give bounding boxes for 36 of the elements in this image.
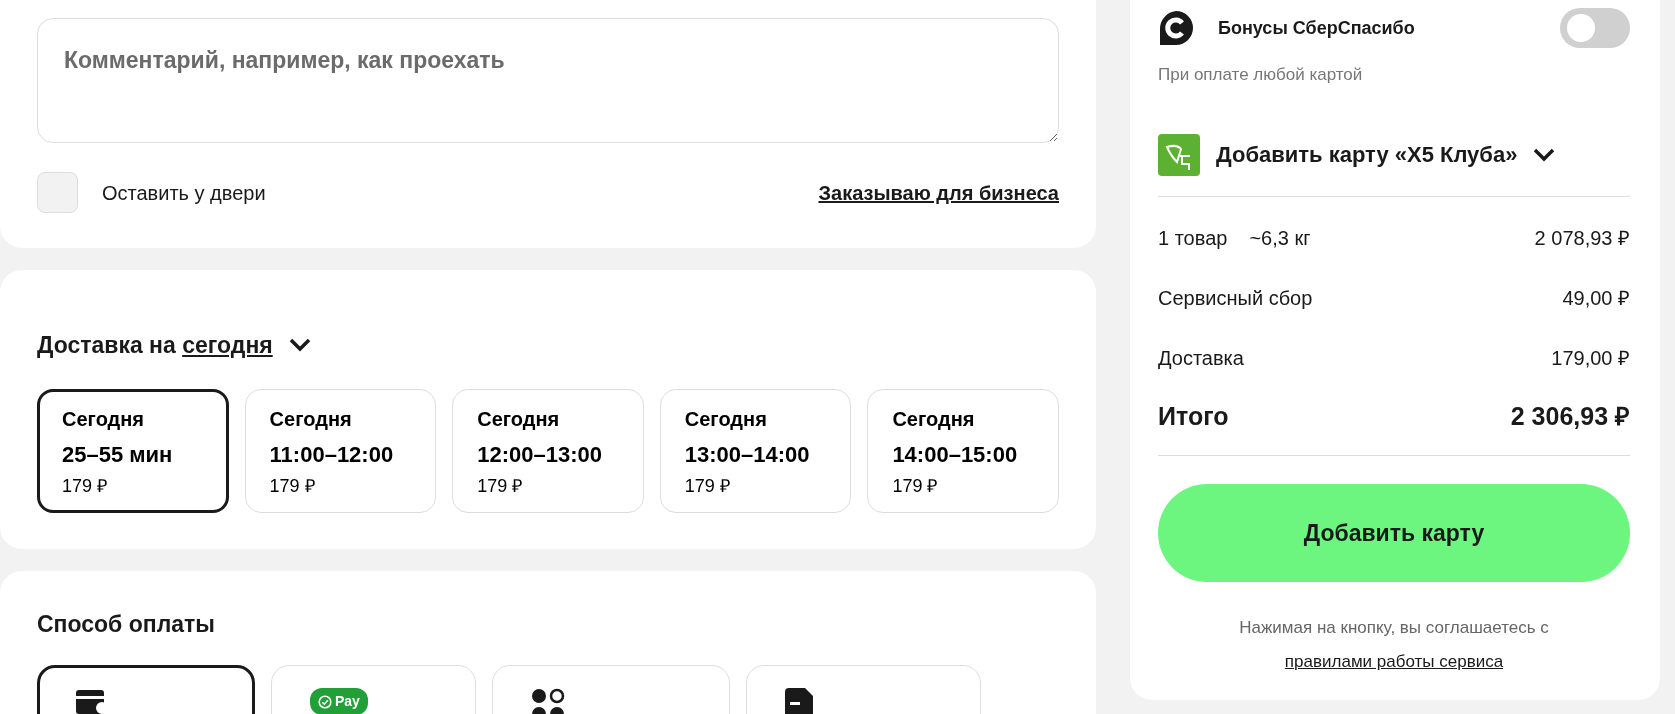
bonus-toggle[interactable] <box>1560 8 1630 48</box>
summary-label: Сервисный сбор <box>1158 285 1313 311</box>
club-card-label[interactable]: Добавить карту «X5 Клуба» <box>1216 138 1518 171</box>
time-slot[interactable]: Сегодня 13:00–14:00 179 ₽ <box>659 388 852 513</box>
time-slot[interactable]: Сегодня 25–55 мин 179 ₽ <box>37 388 229 513</box>
summary-label: 1 товар <box>1158 225 1228 251</box>
chevron-down-icon[interactable] <box>1533 147 1556 162</box>
chevron-down-icon[interactable] <box>288 338 311 353</box>
wallet-icon <box>76 688 106 714</box>
delivery-title: Доставка на сегодня <box>37 331 273 360</box>
comment-field[interactable]: Комментарий, например, как проехать <box>37 18 1059 143</box>
check-circle-icon <box>318 694 332 709</box>
total-label: Итого <box>1158 400 1229 432</box>
terms-link[interactable]: правилами работы сервиса <box>1284 648 1504 674</box>
agreement-text: Нажимая на кнопку, вы соглашаетесь с <box>1239 617 1549 639</box>
weight-text: ~6,3 кг <box>1249 225 1311 251</box>
summary-value: 179,00 ₽ <box>1551 345 1630 371</box>
time-slot[interactable]: Сегодня 11:00–12:00 179 ₽ <box>244 388 437 513</box>
section-title: Способ оплаты <box>37 609 216 639</box>
bonus-label: Бонусы СберСпасибо <box>1218 16 1415 40</box>
pay-label: Pay <box>335 692 360 711</box>
summary-value: 2 078,93 ₽ <box>1534 225 1630 251</box>
leave-at-door-checkbox[interactable] <box>37 172 78 213</box>
day-link[interactable]: сегодня <box>182 332 273 358</box>
time-slot[interactable]: Сегодня 12:00–13:00 179 ₽ <box>452 388 644 513</box>
summary-label: Доставка <box>1158 345 1244 371</box>
summary-value: 49,00 ₽ <box>1562 285 1630 311</box>
add-card-button[interactable]: Добавить карту <box>1158 484 1630 582</box>
total-value: 2 306,93 ₽ <box>1510 400 1630 432</box>
four-dots-icon <box>531 688 565 714</box>
time-slot[interactable]: Сегодня 14:00–15:00 179 ₽ <box>867 388 1059 513</box>
document-icon <box>785 688 815 714</box>
business-link[interactable]: Заказываю для бизнеса <box>818 177 1059 208</box>
speech-bubble-logo-icon <box>1158 11 1194 45</box>
bonus-note: При оплате любой картой <box>1158 64 1364 86</box>
checkbox-label: Оставить у двери <box>102 180 266 206</box>
